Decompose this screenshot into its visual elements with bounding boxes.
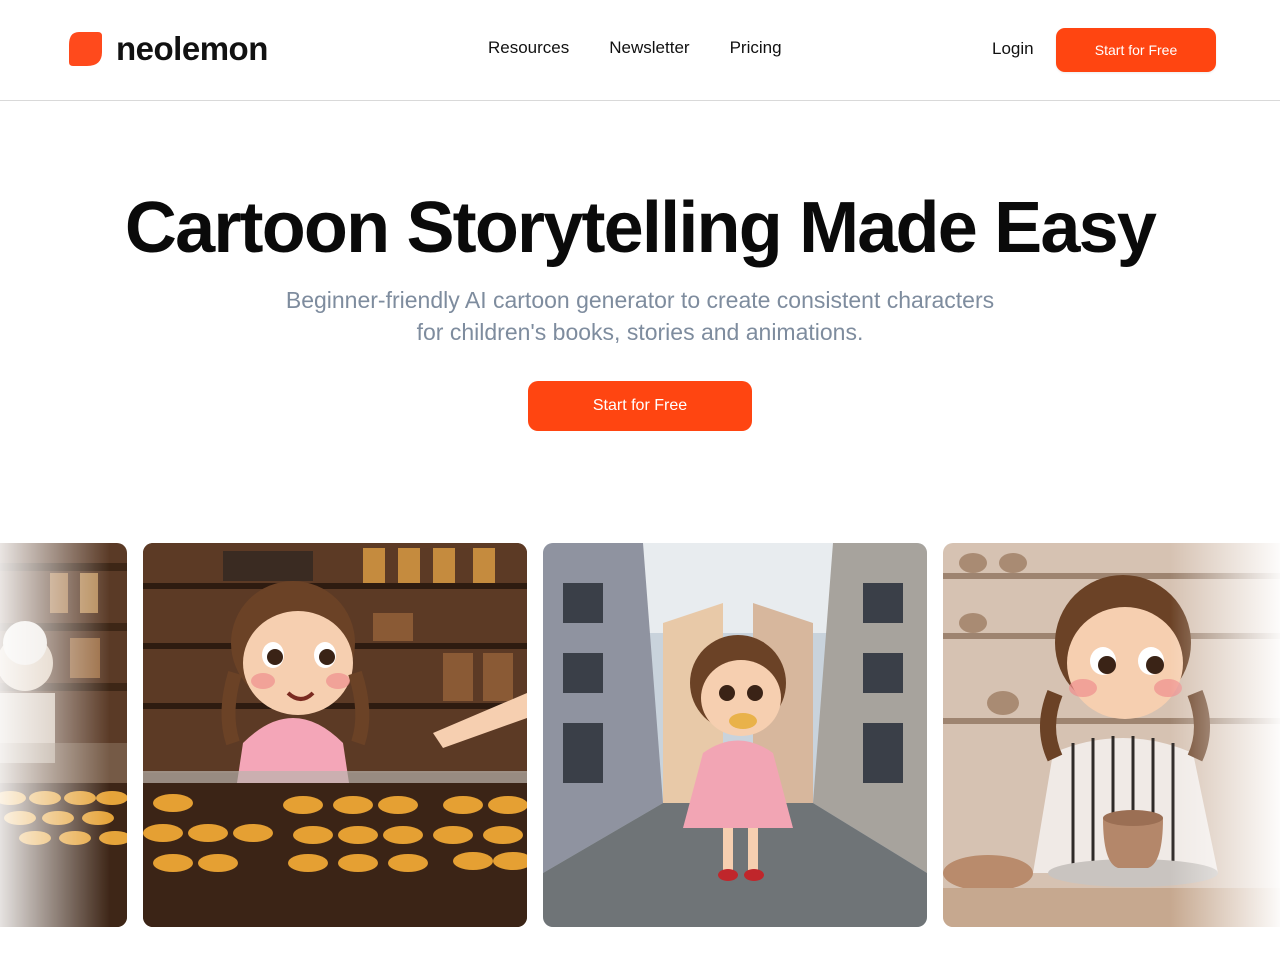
gallery-image-bakery-partial <box>0 543 127 927</box>
nav-item-pricing[interactable]: Pricing <box>730 38 782 58</box>
gallery-image-street <box>543 543 927 927</box>
hero-subtitle-line-1: Beginner-friendly AI cartoon generator t… <box>285 287 995 313</box>
main-nav: Resources Newsletter Pricing <box>488 38 822 58</box>
hero-subtitle-line-2: for children's books, stories and animat… <box>416 319 864 345</box>
hero-title: Cartoon Storytelling Made Easy <box>124 188 1157 268</box>
nav-item-resources[interactable]: Resources <box>488 38 569 58</box>
hero-subtitle: Beginner-friendly AI cartoon generator t… <box>240 284 1040 348</box>
logo-wordmark: neolemon <box>116 30 268 67</box>
nav-item-newsletter[interactable]: Newsletter <box>609 38 689 58</box>
gallery-image-pottery <box>943 543 1280 927</box>
hero-start-free-button[interactable]: Start for Free <box>528 381 752 431</box>
login-link[interactable]: Login <box>992 39 1034 59</box>
site-header: neolemon Resources Newsletter Pricing Lo… <box>0 0 1280 101</box>
example-gallery <box>0 543 1280 927</box>
logo-link[interactable]: neolemon <box>69 32 268 66</box>
gallery-image-bakery <box>143 543 527 927</box>
header-start-free-button[interactable]: Start for Free <box>1056 28 1216 72</box>
lemon-logo-icon <box>69 32 102 66</box>
